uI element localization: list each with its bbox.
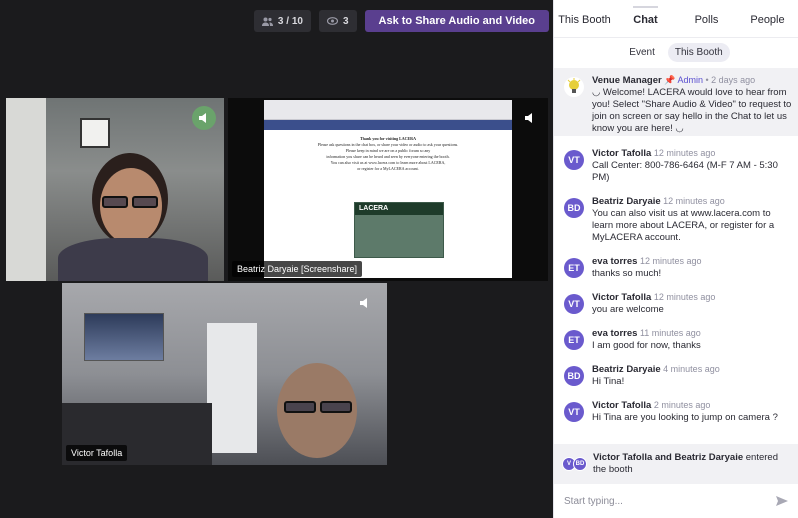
message-time: 12 minutes ago — [653, 148, 716, 158]
chat-message: BD Beatriz Daryaie 12 minutes ago You can … — [554, 195, 798, 244]
message-author: Beatriz Daryaie — [592, 364, 661, 375]
chat-message-list[interactable]: Venue Manager 📌 Admin • 2 days ago ◡ Wel… — [554, 68, 798, 484]
viewer-count-text: 3 — [342, 15, 349, 27]
lightbulb-icon — [564, 77, 584, 97]
message-text: Hi Tina are you looking to jump on camer… — [592, 412, 778, 423]
message-text: I am good for now, thanks — [592, 340, 701, 351]
document-text: Thank you for visiting LACERA Please ask… — [317, 136, 459, 171]
admin-badge: Admin — [677, 75, 703, 85]
speaker-icon[interactable] — [192, 106, 216, 130]
avatar: VT — [564, 150, 584, 170]
message-time: 2 minutes ago — [653, 400, 711, 410]
message-author: Victor Tafolla — [592, 148, 652, 159]
avatar: ET — [564, 258, 584, 278]
stage-topbar: 3 / 10 3 Ask to Share Audio and Video — [253, 10, 549, 32]
message-time: 11 minutes ago — [639, 328, 701, 338]
tab-this-booth[interactable]: This Booth — [554, 0, 615, 38]
speaker-icon[interactable] — [353, 291, 377, 315]
video-stage: 3 / 10 3 Ask to Share Audio and Video Th… — [0, 0, 553, 518]
tab-chat[interactable]: Chat — [615, 0, 676, 38]
ask-share-audio-video-button[interactable]: Ask to Share Audio and Video — [364, 10, 549, 32]
message-text: Hi Tina! — [592, 376, 625, 387]
participant-name-tag: Beatriz Daryaie [Screenshare] — [232, 261, 363, 277]
chat-input[interactable] — [564, 495, 776, 507]
message-author: Venue Manager — [592, 75, 662, 86]
chat-subtabs: Event This Booth — [554, 38, 798, 66]
speaker-icon[interactable] — [518, 106, 542, 130]
message-time: 4 minutes ago — [663, 364, 720, 374]
tab-polls[interactable]: Polls — [676, 0, 737, 38]
shared-document: Thank you for visiting LACERA Please ask… — [264, 100, 512, 278]
people-icon — [261, 17, 273, 26]
sidebar-tabs: This Booth Chat Polls People — [554, 0, 798, 38]
attendee-count[interactable]: 3 / 10 — [253, 10, 311, 32]
send-icon[interactable] — [776, 495, 788, 507]
attendee-count-text: 3 / 10 — [277, 15, 303, 27]
message-author: Beatriz Daryaie — [592, 196, 661, 207]
tab-people[interactable]: People — [737, 0, 798, 38]
lacera-logo: LACERA — [355, 203, 443, 215]
avatar: VT — [564, 294, 584, 314]
video-tile-participant[interactable]: Victor Tafolla — [62, 283, 387, 465]
pinned-message: Venue Manager 📌 Admin • 2 days ago ◡ Wel… — [554, 68, 798, 136]
message-time: 12 minutes ago — [653, 292, 716, 302]
eye-icon — [326, 17, 338, 25]
message-author: eva torres — [592, 256, 638, 267]
subtab-this-booth[interactable]: This Booth — [667, 42, 730, 62]
joined-avatars: V BD — [562, 457, 587, 471]
join-notice-text: Victor Tafolla and Beatriz Daryaie enter… — [593, 452, 778, 475]
message-text: ◡ Welcome! LACERA would love to hear fro… — [592, 87, 792, 134]
chat-message: ET eva torres 11 minutes ago I am good for… — [554, 327, 798, 352]
avatar: VT — [564, 402, 584, 422]
subtab-event[interactable]: Event — [622, 43, 662, 62]
chat-message: ET eva torres 12 minutes ago thanks so muc… — [554, 255, 798, 280]
viewer-count[interactable]: 3 — [318, 10, 357, 32]
avatar: BD — [564, 366, 584, 386]
message-time: 12 minutes ago — [639, 256, 702, 266]
chat-message: BD Beatriz Daryaie 4 minutes ago Hi Tina! — [554, 363, 798, 388]
message-text: You can also visit us at www.lacera.com … — [592, 208, 775, 243]
video-tile-screenshare[interactable]: Thank you for visiting LACERA Please ask… — [228, 98, 548, 281]
chat-message: VT Victor Tafolla 12 minutes ago Call Cent… — [554, 147, 798, 184]
message-text: thanks so much! — [592, 268, 662, 279]
chat-message: VT Victor Tafolla 2 minutes ago Hi Tina ar… — [554, 399, 798, 424]
lacera-website-image: LACERA — [354, 202, 444, 258]
message-text: you are welcome — [592, 304, 664, 315]
avatar: BD — [564, 198, 584, 218]
message-time: • 2 days ago — [705, 75, 756, 85]
video-tile-participant[interactable] — [6, 98, 224, 281]
booth-join-notice: V BD Victor Tafolla and Beatriz Daryaie … — [554, 444, 798, 484]
avatar: BD — [573, 457, 587, 471]
participant-name-tag: Victor Tafolla — [66, 445, 128, 461]
chat-composer — [554, 484, 798, 518]
message-text: Call Center: 800-786-6464 (M-F 7 AM - 5:… — [592, 160, 778, 183]
avatar: ET — [564, 330, 584, 350]
chat-message: VT Victor Tafolla 12 minutes ago you are w… — [554, 291, 798, 316]
message-time: 12 minutes ago — [663, 196, 725, 206]
message-author: Victor Tafolla — [592, 292, 652, 303]
pin-icon: 📌 — [664, 75, 676, 85]
message-author: Victor Tafolla — [592, 400, 652, 411]
chat-sidebar: This Booth Chat Polls People Event This … — [553, 0, 798, 518]
message-author: eva torres — [592, 328, 638, 339]
